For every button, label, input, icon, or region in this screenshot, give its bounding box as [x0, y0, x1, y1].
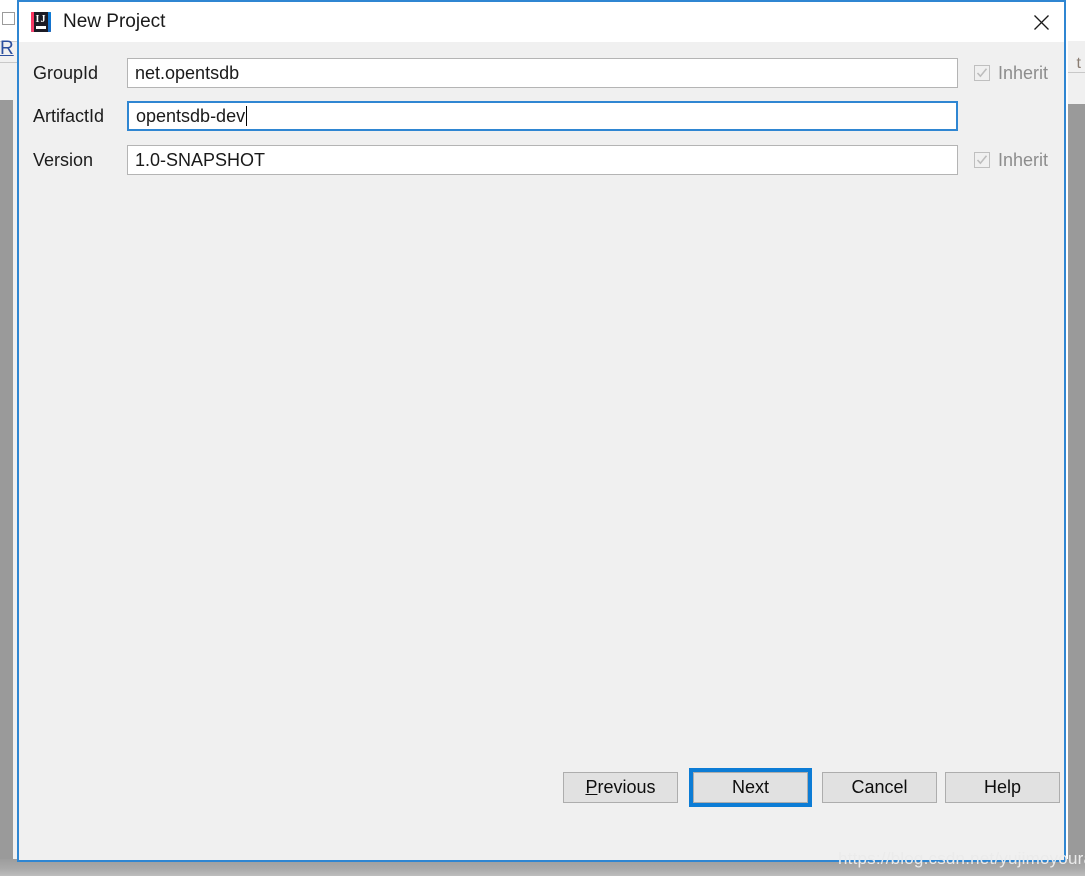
dialog-body: GroupId net.opentsdb Inherit ArtifactId [19, 42, 1064, 814]
next-button-label: ext [744, 777, 769, 797]
background-text-a: t [1076, 55, 1081, 72]
version-inherit-label: Inherit [998, 149, 1049, 170]
groupid-input[interactable]: net.opentsdb [127, 58, 958, 88]
dialog-titlebar: IJ New Project [19, 0, 1064, 42]
dialog-footer: Previous Next Cancel Help [19, 768, 1064, 814]
background-checkbox[interactable] [2, 12, 15, 25]
checkbox-checked-icon [974, 152, 990, 168]
background-link[interactable]: R [0, 38, 14, 60]
background-left-panel: R [0, 0, 17, 876]
next-button[interactable]: Next [689, 768, 812, 807]
version-input[interactable]: 1.0-SNAPSHOT [127, 145, 958, 175]
previous-button[interactable]: Previous [563, 772, 678, 803]
checkbox-checked-icon [974, 65, 990, 81]
intellij-idea-icon: IJ [31, 12, 51, 32]
previous-button-label: revious [597, 777, 656, 797]
form-row-artifactid: ArtifactId opentsdb-dev [19, 101, 1064, 131]
next-button-mnemonic: N [731, 777, 745, 797]
help-button-label: Help [983, 777, 1022, 797]
version-inherit-checkbox[interactable]: Inherit [974, 150, 1048, 171]
background-right-toolbar [1068, 0, 1085, 41]
version-label: Version [33, 149, 94, 170]
background-right-panel: t t [1068, 0, 1085, 876]
close-icon[interactable] [1018, 2, 1064, 43]
groupid-label: GroupId [33, 62, 99, 83]
groupid-inherit-label: Inherit [998, 62, 1049, 83]
artifactid-input[interactable]: opentsdb-dev [127, 101, 958, 131]
cancel-button-label: Cancel [851, 777, 908, 797]
help-button[interactable]: Help [945, 772, 1060, 803]
groupid-input-value: net.opentsdb [135, 62, 240, 83]
new-project-dialog: IJ New Project GroupId net.opentsdb Inhe… [17, 0, 1066, 862]
form-row-groupid: GroupId net.opentsdb Inherit [19, 58, 1064, 88]
next-button-inner: Next [693, 772, 808, 803]
background-right-divider [1068, 72, 1085, 73]
form-row-version: Version 1.0-SNAPSHOT Inherit [19, 145, 1064, 175]
background-divider [0, 62, 17, 63]
cancel-button[interactable]: Cancel [822, 772, 937, 803]
screenshot-root: R t t IJ New Project [0, 0, 1085, 876]
background-left-shadow [0, 100, 13, 876]
groupid-inherit-checkbox[interactable]: Inherit [974, 63, 1048, 84]
background-right-shadow [1068, 104, 1085, 876]
text-caret [246, 106, 248, 126]
previous-button-mnemonic: P [585, 777, 598, 797]
background-left-toolbar [0, 0, 17, 42]
version-input-value: 1.0-SNAPSHOT [135, 149, 266, 170]
artifactid-input-value: opentsdb-dev [136, 105, 246, 126]
dialog-title: New Project [63, 11, 166, 32]
artifactid-label: ArtifactId [33, 105, 105, 126]
